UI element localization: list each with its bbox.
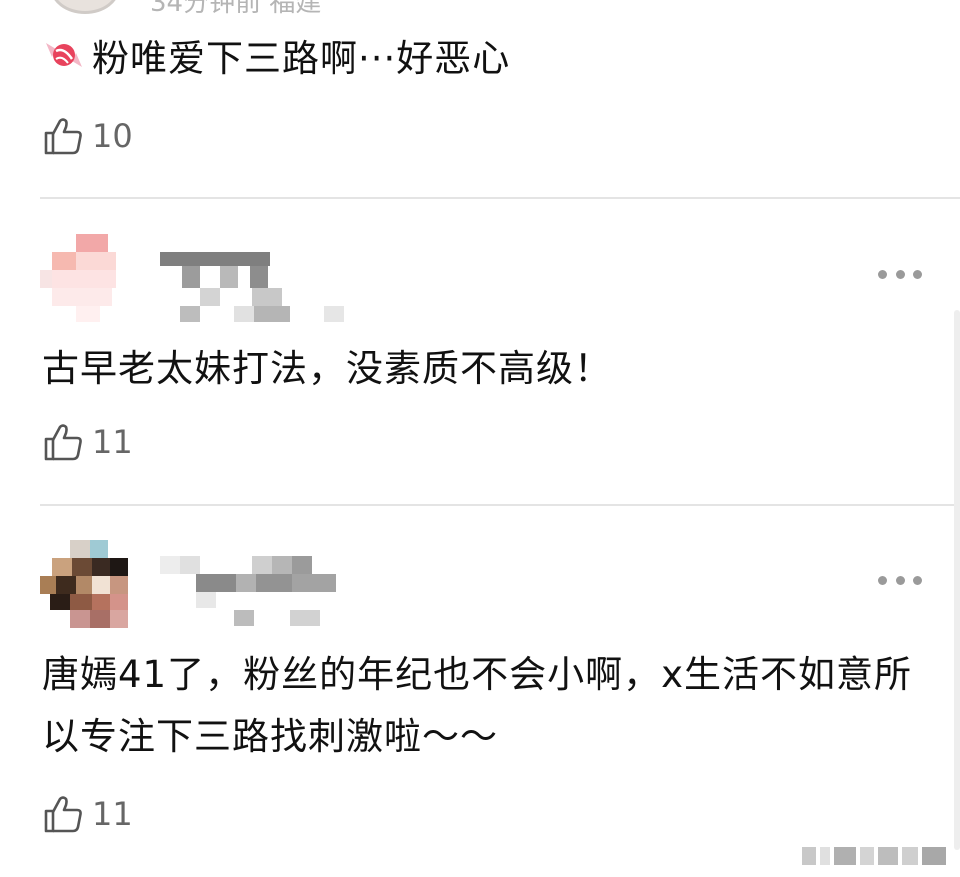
more-dot-icon (878, 269, 887, 279)
thumbs-up-icon (44, 118, 82, 155)
more-dot-icon (913, 269, 922, 279)
thumbs-up-icon (44, 796, 82, 833)
avatar[interactable] (40, 540, 128, 628)
comment-meta: 34分钟前 福建 (150, 0, 322, 18)
scrollbar[interactable] (954, 310, 960, 850)
avatar[interactable] (40, 234, 128, 322)
watermark-redacted (802, 843, 952, 869)
more-options-button[interactable] (878, 264, 922, 284)
avatar[interactable] (50, 0, 120, 14)
more-dot-icon (895, 575, 905, 585)
thumbs-up-icon (44, 424, 82, 461)
like-count: 11 (92, 423, 133, 461)
like-button[interactable]: 11 (42, 792, 133, 836)
like-count: 10 (92, 117, 133, 155)
username-redacted[interactable] (160, 252, 350, 322)
comment-text: 粉唯爱下三路啊···好恶心 (42, 28, 920, 90)
more-dot-icon (895, 269, 905, 279)
divider (40, 197, 960, 199)
more-dot-icon (878, 575, 887, 585)
comment-text-content: 粉唯爱下三路啊···好恶心 (92, 37, 511, 80)
like-count: 11 (92, 795, 133, 833)
candy-icon (46, 43, 82, 67)
comment-text: 古早老太妹打法，没素质不高级！ (42, 347, 612, 390)
username-redacted[interactable] (160, 556, 350, 626)
more-dot-icon (913, 575, 922, 585)
divider (40, 504, 960, 506)
like-button[interactable]: 10 (42, 114, 133, 158)
like-button[interactable]: 11 (42, 420, 133, 464)
more-options-button[interactable] (878, 570, 922, 590)
comment-text: 唐嫣41了，粉丝的年纪也不会小啊，x生活不如意所以专注下三路找刺激啦～～ (42, 653, 912, 758)
